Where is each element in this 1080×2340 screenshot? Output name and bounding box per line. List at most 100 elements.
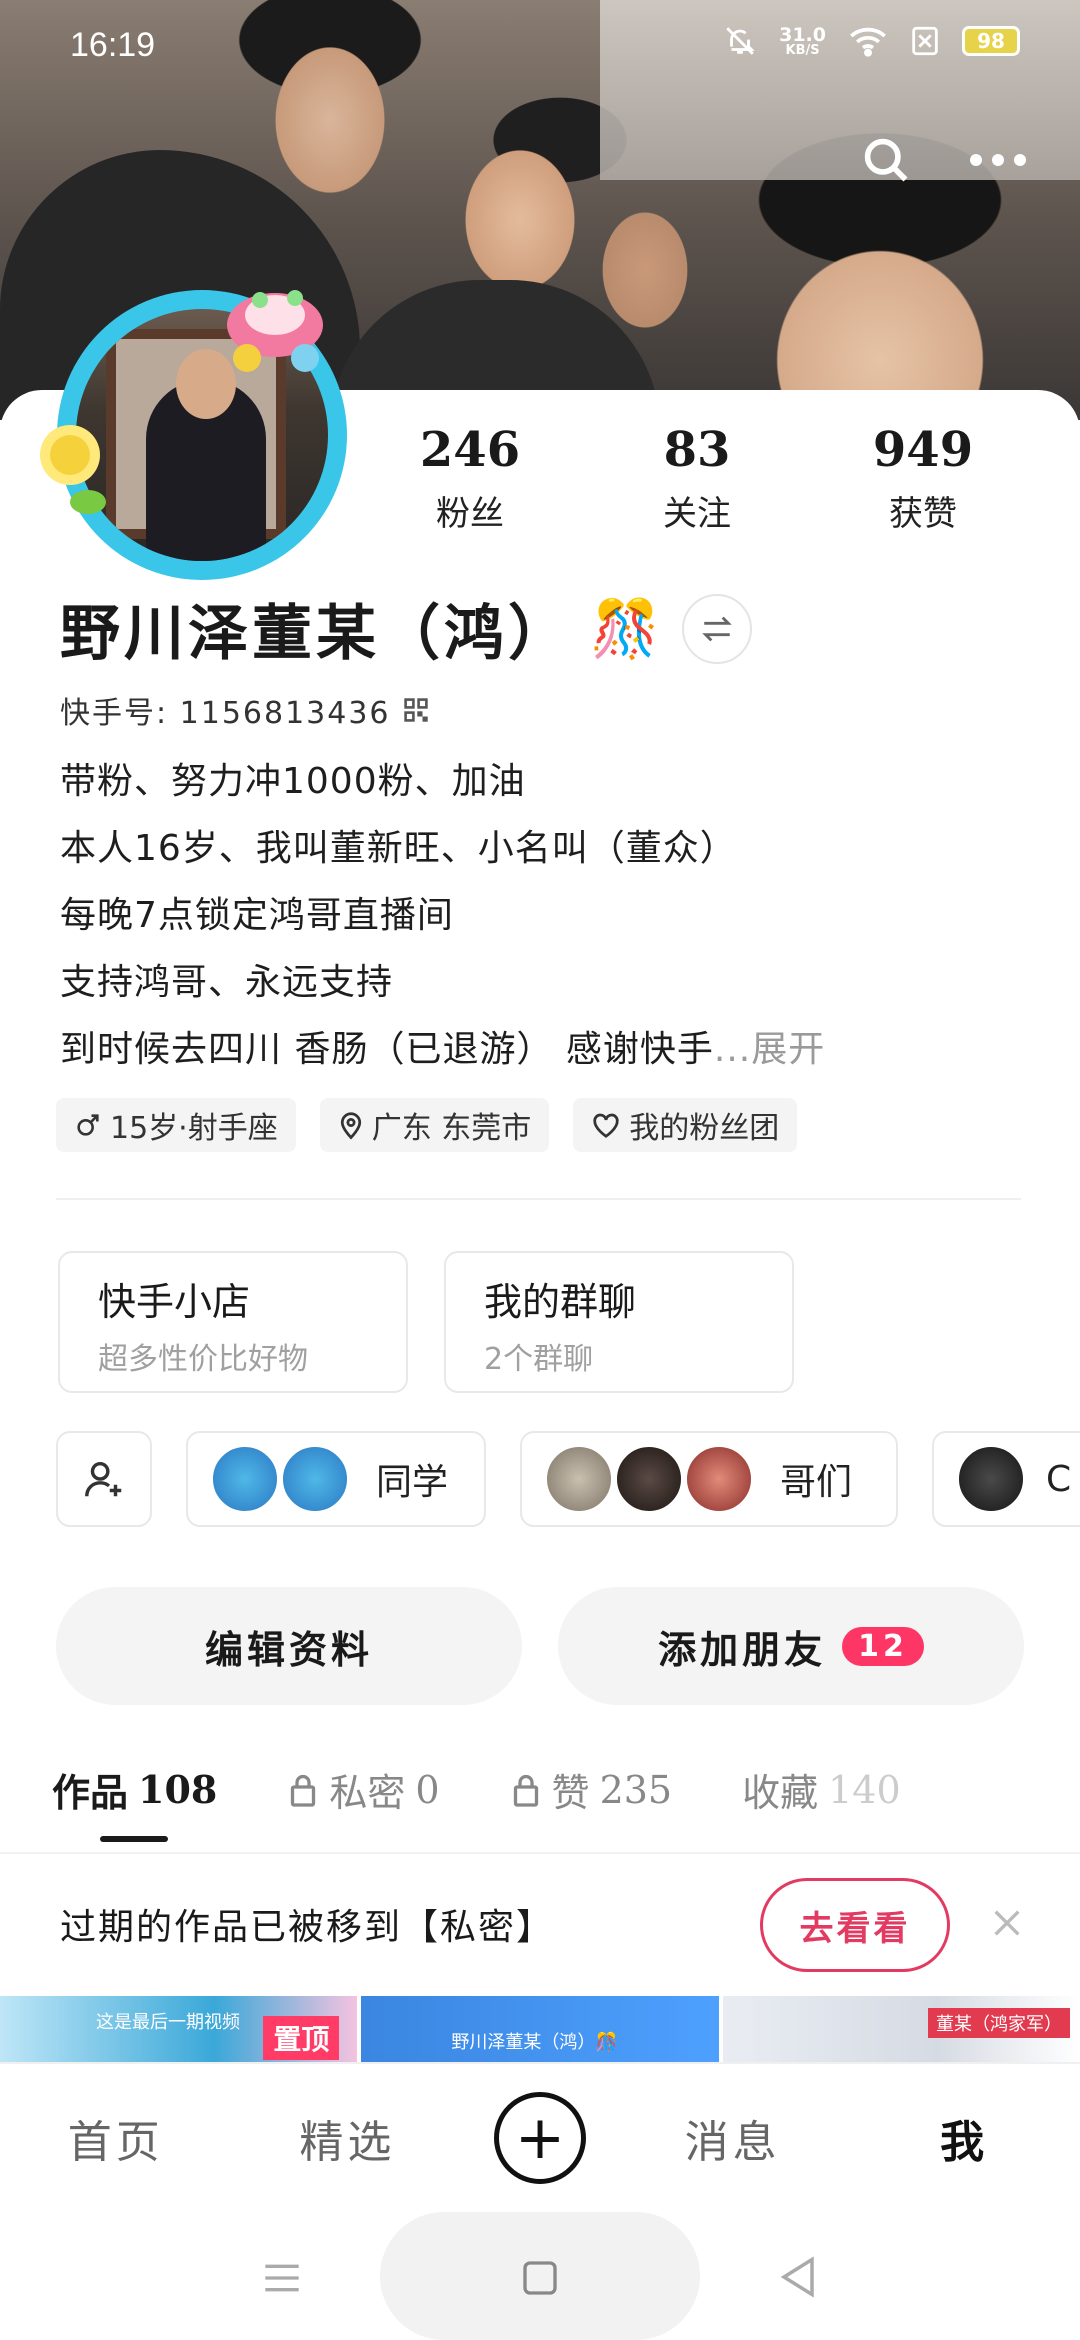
- status-bar: 16:19 31.0 KB/S 98: [0, 0, 1080, 96]
- work-thumbnail[interactable]: 野川泽董某（鸿）🎊: [361, 1996, 719, 2062]
- switch-icon: [701, 616, 732, 641]
- nav-messages[interactable]: 消息: [648, 2106, 818, 2170]
- add-group-button[interactable]: [56, 1431, 152, 1527]
- lock-icon: [291, 1774, 316, 1807]
- profile-tags: 15岁·射手座 广东 东莞市 我的粉丝团: [56, 1098, 798, 1152]
- confetti-icon: 🎊: [590, 595, 664, 662]
- bio-line-last: 到时候去四川 香肠（已退游） 感谢快手...展开: [60, 1016, 1020, 1083]
- create-button[interactable]: +: [493, 2092, 586, 2184]
- thumbnail-caption: 这是最后一期视频: [96, 2012, 240, 2033]
- group-label: C: [1046, 1458, 1072, 1500]
- male-icon: [77, 1114, 99, 1136]
- stat-value: 246: [419, 422, 521, 478]
- net-speed-unit: KB/S: [785, 42, 820, 58]
- work-thumbnail[interactable]: 董某（鸿家军）: [722, 1996, 1080, 2062]
- heart-icon: [593, 1113, 619, 1138]
- tag-text: 广东 东莞市: [371, 1111, 532, 1146]
- tab-private[interactable]: 私密 0: [287, 1762, 440, 1817]
- tab-label: 赞: [551, 1771, 590, 1815]
- profile-name: 野川泽董某（鸿）: [60, 599, 572, 669]
- divider: [56, 1198, 1021, 1200]
- group-avatar: [956, 1444, 1026, 1514]
- tag-age[interactable]: 15岁·射手座: [56, 1098, 296, 1152]
- shop-card[interactable]: 快手小店 超多性价比好物: [58, 1251, 408, 1393]
- back-icon[interactable]: [778, 2256, 818, 2298]
- more-icon: [970, 154, 1026, 166]
- group-classmates[interactable]: 同学: [186, 1431, 486, 1527]
- add-person-icon: [85, 1461, 122, 1497]
- nav-home[interactable]: 首页: [31, 2106, 201, 2170]
- avatar-flower-icon: [50, 435, 90, 475]
- expand-bio-link[interactable]: ...展开: [714, 1029, 825, 1070]
- pinned-badge: 置顶: [263, 2016, 340, 2060]
- edit-profile-label: 编辑资料: [204, 1627, 373, 1672]
- bottom-navigation: 首页 精选 + 消息 我: [0, 2062, 1080, 2212]
- bell-off-icon: [726, 27, 755, 55]
- group-avatar: [684, 1444, 754, 1514]
- nav-me[interactable]: 我: [879, 2106, 1049, 2170]
- system-navigation: [0, 2212, 1080, 2340]
- kuaishou-id-text: 快手号: 1156813436: [60, 696, 391, 731]
- content-tabs: 作品 108 私密 0 赞 235 收藏 140: [52, 1762, 1052, 1817]
- search-button[interactable]: [854, 128, 918, 192]
- more-button[interactable]: [966, 128, 1030, 192]
- stat-likes[interactable]: 949 获赞: [838, 420, 1008, 535]
- status-icons: 31.0 KB/S 98: [723, 24, 1020, 58]
- tab-favorites[interactable]: 收藏 140: [742, 1762, 901, 1817]
- battery-icon: 98: [962, 26, 1020, 56]
- bio-line: 带粉、努力冲1000粉、加油: [60, 761, 526, 802]
- group-label: 哥们: [780, 1462, 853, 1503]
- profile-bio: 带粉、努力冲1000粉、加油 本人16岁、我叫董新旺、小名叫（董众） 每晚7点锁…: [60, 748, 1020, 1083]
- group-buddies[interactable]: 哥们: [520, 1431, 898, 1527]
- tab-works[interactable]: 作品 108: [52, 1762, 217, 1817]
- search-icon: [864, 138, 908, 182]
- header-actions: [854, 128, 1030, 192]
- group-c[interactable]: C: [932, 1431, 1080, 1527]
- edit-profile-button[interactable]: 编辑资料: [56, 1587, 522, 1705]
- tab-likes[interactable]: 赞 235: [510, 1762, 673, 1817]
- tab-count: 235: [599, 1767, 673, 1812]
- bio-line: 本人16岁、我叫董新旺、小名叫（董众）: [60, 828, 737, 869]
- tab-count: 0: [415, 1767, 440, 1812]
- group-avatar: [280, 1444, 350, 1514]
- avatar-leaf-icon: [70, 490, 106, 514]
- notice-text: 过期的作品已被移到【私密】: [60, 1907, 555, 1948]
- close-icon: [994, 1910, 1020, 1936]
- plus-icon: +: [514, 2103, 566, 2173]
- lock-icon: [513, 1774, 538, 1807]
- home-icon[interactable]: [520, 2258, 560, 2298]
- tag-text: 15岁·射手座: [110, 1111, 278, 1146]
- feature-subtitle: 超多性价比好物: [98, 1342, 308, 1377]
- close-notice-button[interactable]: [990, 1900, 1024, 1951]
- bio-line: 到时候去四川 香肠（已退游） 感谢快手: [60, 1029, 714, 1070]
- tag-text: 我的粉丝团: [629, 1111, 780, 1146]
- stat-value: 83: [663, 422, 731, 478]
- stat-followers[interactable]: 246 粉丝: [385, 420, 555, 535]
- stat-following[interactable]: 83 关注: [612, 420, 782, 535]
- menu-icon[interactable]: [262, 2260, 302, 2296]
- tag-location[interactable]: 广东 东莞市: [319, 1098, 550, 1152]
- work-thumbnail[interactable]: 这是最后一期视频 置顶: [0, 1996, 358, 2062]
- thumbnail-caption: 董某（鸿家军）: [927, 2008, 1070, 2038]
- view-button[interactable]: 去看看: [760, 1878, 950, 1972]
- works-grid: 这是最后一期视频 置顶 野川泽董某（鸿）🎊 董某（鸿家军）: [0, 1996, 1080, 2062]
- avatar-sticker-icon: [227, 290, 323, 372]
- tab-label: 作品: [52, 1771, 129, 1815]
- thumbnail-caption: 野川泽董某（鸿）🎊: [451, 2032, 618, 2053]
- nav-featured[interactable]: 精选: [262, 2106, 432, 2170]
- sim-off-icon: [912, 26, 938, 56]
- status-time: 16:19: [70, 26, 156, 64]
- bio-line: 支持鸿哥、永远支持: [60, 962, 394, 1003]
- group-chat-card[interactable]: 我的群聊 2个群聊: [444, 1251, 794, 1393]
- stat-value: 949: [872, 422, 974, 478]
- switch-account-button[interactable]: [681, 593, 752, 664]
- kuaishou-id[interactable]: 快手号: 1156813436: [60, 688, 429, 732]
- add-friend-button[interactable]: 添加朋友 12: [558, 1587, 1024, 1705]
- view-button-label: 去看看: [799, 1908, 911, 1949]
- expired-notice: 过期的作品已被移到【私密】 去看看: [0, 1852, 1080, 1997]
- tag-fan-club[interactable]: 我的粉丝团: [573, 1098, 798, 1152]
- stat-label: 粉丝: [436, 494, 504, 534]
- group-avatar: [544, 1444, 614, 1514]
- group-avatar: [614, 1444, 684, 1514]
- qrcode-icon[interactable]: [403, 697, 429, 723]
